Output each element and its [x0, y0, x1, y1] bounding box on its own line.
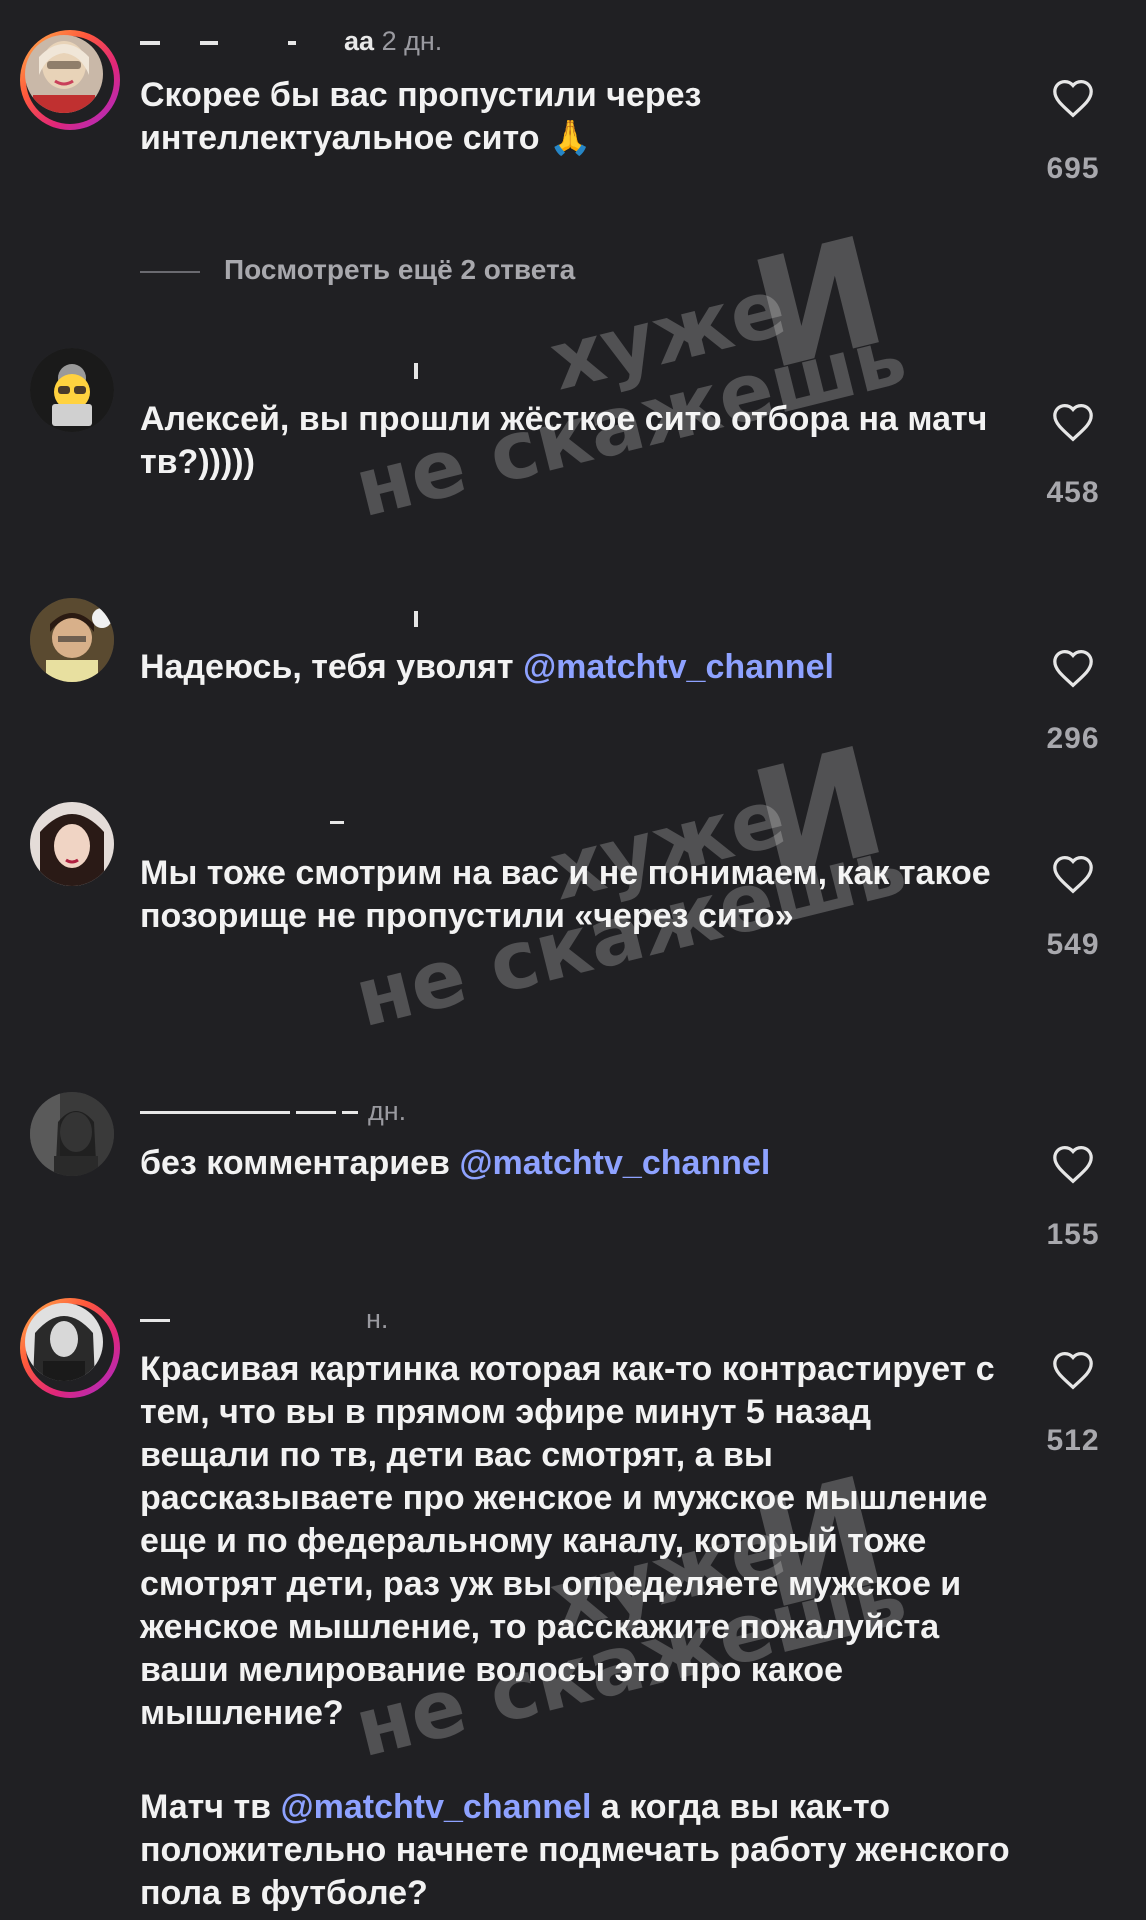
- comment-text: Скорее бы вас пропустили через интеллект…: [140, 76, 702, 157]
- comment-meta: [414, 602, 418, 633]
- comment-meta: н.: [140, 1304, 388, 1335]
- avatar[interactable]: [30, 802, 114, 886]
- like-count: 155: [1046, 1218, 1100, 1251]
- comment-text: без комментариев @matchtv_channel: [140, 1144, 771, 1182]
- like-control[interactable]: 549: [1040, 854, 1106, 962]
- watermark: хуже не скажешь И: [346, 204, 915, 536]
- heart-icon[interactable]: [1051, 1350, 1095, 1390]
- heart-icon[interactable]: [1051, 78, 1095, 118]
- mention-link[interactable]: @matchtv_channel: [280, 1788, 591, 1826]
- avatar-story-ring[interactable]: [20, 1298, 120, 1398]
- like-count: 296: [1046, 722, 1100, 755]
- timestamp: дн.: [368, 1096, 407, 1126]
- avatar[interactable]: [30, 1092, 114, 1176]
- comment-meta: дн.: [140, 1096, 406, 1127]
- comment-text: Мы тоже смотрим на вас и не понимаем, ка…: [140, 854, 991, 935]
- heart-icon[interactable]: [1051, 1144, 1095, 1184]
- avatar[interactable]: [30, 348, 114, 432]
- heart-icon[interactable]: [1051, 854, 1095, 894]
- like-control[interactable]: 458: [1040, 402, 1106, 510]
- pray-emoji: 🙏: [548, 119, 592, 157]
- comment-text-continued: Матч тв @matchtv_channel а когда вы как-…: [140, 1788, 1010, 1912]
- username[interactable]: аа: [344, 26, 374, 56]
- avatar[interactable]: [30, 598, 114, 682]
- timestamp: н.: [366, 1304, 389, 1334]
- mention-link[interactable]: @matchtv_channel: [523, 648, 834, 686]
- like-control[interactable]: 512: [1040, 1350, 1106, 1458]
- comment-meta: [330, 806, 344, 837]
- like-count: 549: [1046, 928, 1100, 961]
- like-count: 512: [1046, 1424, 1100, 1457]
- comment-meta: аа 2 дн.: [140, 26, 442, 57]
- like-control[interactable]: 155: [1040, 1144, 1106, 1252]
- comment-meta: [414, 354, 418, 385]
- timestamp: 2 дн.: [381, 26, 443, 56]
- heart-icon[interactable]: [1051, 648, 1095, 688]
- view-more-replies-button[interactable]: Посмотреть ещё 2 ответа: [140, 254, 575, 286]
- like-control[interactable]: 296: [1040, 648, 1106, 756]
- like-control[interactable]: 695: [1040, 78, 1106, 186]
- like-count: 458: [1046, 476, 1100, 509]
- comment-text: Алексей, вы прошли жёсткое сито отбора н…: [140, 400, 988, 481]
- comment-text: Красивая картинка которая как-то контрас…: [140, 1350, 995, 1732]
- avatar-story-ring[interactable]: [20, 30, 120, 130]
- like-count: 695: [1046, 152, 1100, 185]
- comment-text: Надеюсь, тебя уволят @matchtv_channel: [140, 648, 834, 686]
- reply-line: [140, 270, 200, 273]
- mention-link[interactable]: @matchtv_channel: [459, 1144, 770, 1182]
- heart-icon[interactable]: [1051, 402, 1095, 442]
